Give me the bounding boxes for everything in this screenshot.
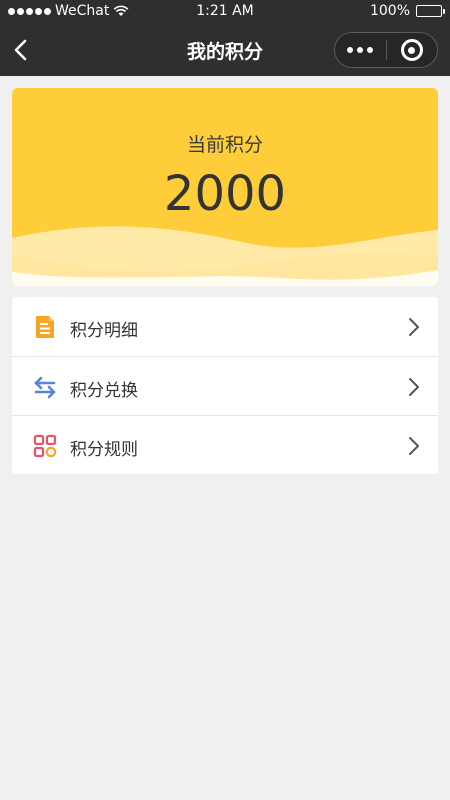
points-value: 2000: [163, 166, 287, 222]
target-close-icon: [400, 39, 423, 61]
battery-icon: [416, 5, 445, 17]
exchange-arrows-icon: [34, 376, 56, 399]
menu-item-label: 积分规则: [70, 440, 138, 460]
points-menu: 积分明细 积分兑换 积分规则: [12, 297, 438, 474]
points-card: 当前积分 2000: [12, 88, 438, 286]
grid-icon: [33, 434, 57, 458]
miniprogram-capsule: [334, 32, 438, 68]
status-bar: WeChat 1:21 AM 100%: [0, 0, 450, 24]
menu-item-points-detail[interactable]: 积分明细: [12, 297, 438, 356]
menu-item-points-rules[interactable]: 积分规则: [12, 415, 438, 474]
battery-status: 100%: [369, 3, 445, 19]
close-miniprogram-button[interactable]: [386, 33, 437, 67]
navigation-bar: 我的积分: [0, 24, 450, 76]
menu-item-points-exchange[interactable]: 积分兑换: [12, 356, 438, 415]
more-options-button[interactable]: [335, 33, 386, 67]
battery-percent: 100%: [369, 3, 410, 19]
points-label: 当前积分: [186, 134, 263, 156]
menu-item-label: 积分兑换: [70, 381, 138, 401]
chevron-right-icon: [409, 437, 419, 455]
chevron-right-icon: [409, 318, 419, 336]
wave-decoration: [12, 226, 438, 286]
menu-item-label: 积分明细: [70, 321, 138, 341]
chevron-right-icon: [409, 378, 419, 396]
document-icon: [36, 316, 54, 338]
